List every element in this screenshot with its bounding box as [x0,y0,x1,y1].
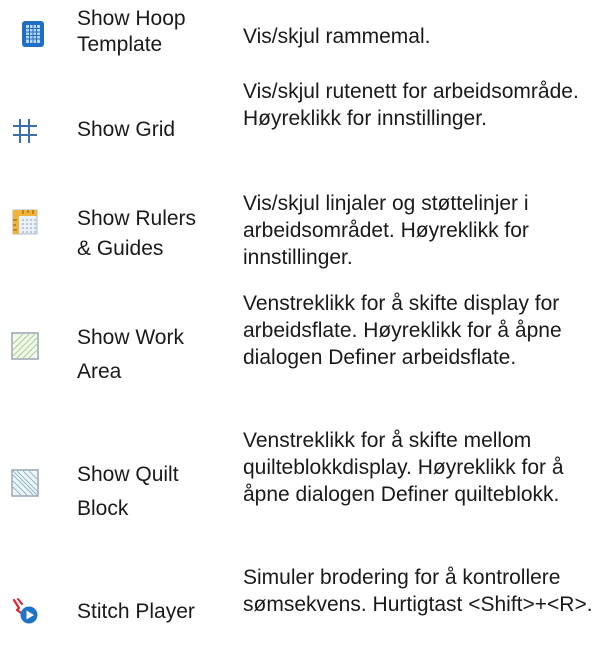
rulers-guides-icon[interactable] [10,207,40,237]
feature-name: Stitch Player [77,600,195,623]
feature-description: Vis/skjul linjaler og støttelinjer i arb… [243,192,529,269]
table-row: Show Grid Vis/skjul rutenett for arbeids… [0,70,616,185]
feature-name: Show Hoop Template [77,7,186,56]
feature-description: Vis/skjul rammemal. [243,25,431,48]
work-area-icon[interactable] [10,331,40,361]
feature-name: Show Grid [77,118,176,141]
grid-icon[interactable] [10,116,40,146]
table-row: Show Rulers & Guides Vis/skjul linjaler … [0,185,616,285]
feature-description: Simuler brodering for å kontrollere søms… [243,566,593,616]
table-row: Show Work Area Venstreklikk for å skifte… [0,285,616,422]
feature-description: Vis/skjul rutenett for arbeidsområde. Hø… [243,80,579,130]
feature-name: Show Quilt Block [77,463,179,520]
stitch-player-icon[interactable] [10,595,40,625]
table-row: Show Hoop Template Vis/skjul rammemal. [0,0,616,70]
feature-name: Show Work Area [77,326,184,383]
table-row: Stitch Player Simuler brodering for å ko… [0,559,616,662]
hoop-template-icon[interactable] [18,19,48,49]
feature-description: Venstreklikk for å skifte display for ar… [243,292,562,369]
table-row: Show Quilt Block Venstreklikk for å skif… [0,422,616,559]
feature-description: Venstreklikk for å skifte mellom quilteb… [243,429,564,506]
feature-name: Show Rulers & Guides [77,207,197,260]
quilt-block-icon[interactable] [10,468,40,498]
